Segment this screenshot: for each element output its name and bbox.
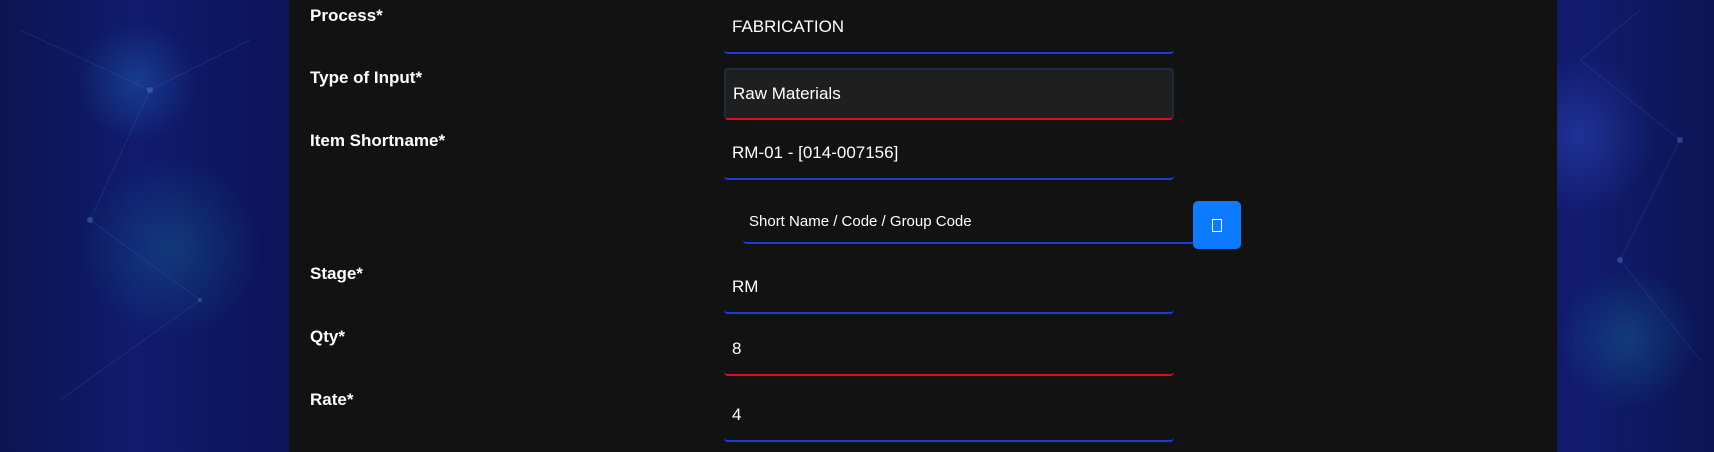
stage-field[interactable]: RM bbox=[724, 262, 1174, 314]
item-shortname-field[interactable]: RM-01 - [014-007156] bbox=[724, 128, 1174, 180]
rate-label: Rate* bbox=[310, 390, 354, 409]
process-label: Process* bbox=[310, 6, 383, 25]
type-of-input-label: Type of Input* bbox=[310, 68, 423, 87]
stage-label: Stage* bbox=[310, 264, 363, 283]
item-search-input[interactable]: Short Name / Code / Group Code bbox=[743, 200, 1195, 244]
rate-field[interactable]: 4 bbox=[724, 390, 1174, 442]
qty-field[interactable]: 8 bbox=[724, 324, 1174, 376]
process-field[interactable]: FABRICATION bbox=[724, 2, 1174, 54]
search-icon bbox=[1212, 218, 1222, 232]
search-button[interactable] bbox=[1193, 201, 1241, 249]
qty-label: Qty* bbox=[310, 327, 345, 346]
type-of-input-field[interactable]: Raw Materials bbox=[724, 68, 1174, 120]
item-shortname-label: Item Shortname* bbox=[310, 131, 446, 150]
